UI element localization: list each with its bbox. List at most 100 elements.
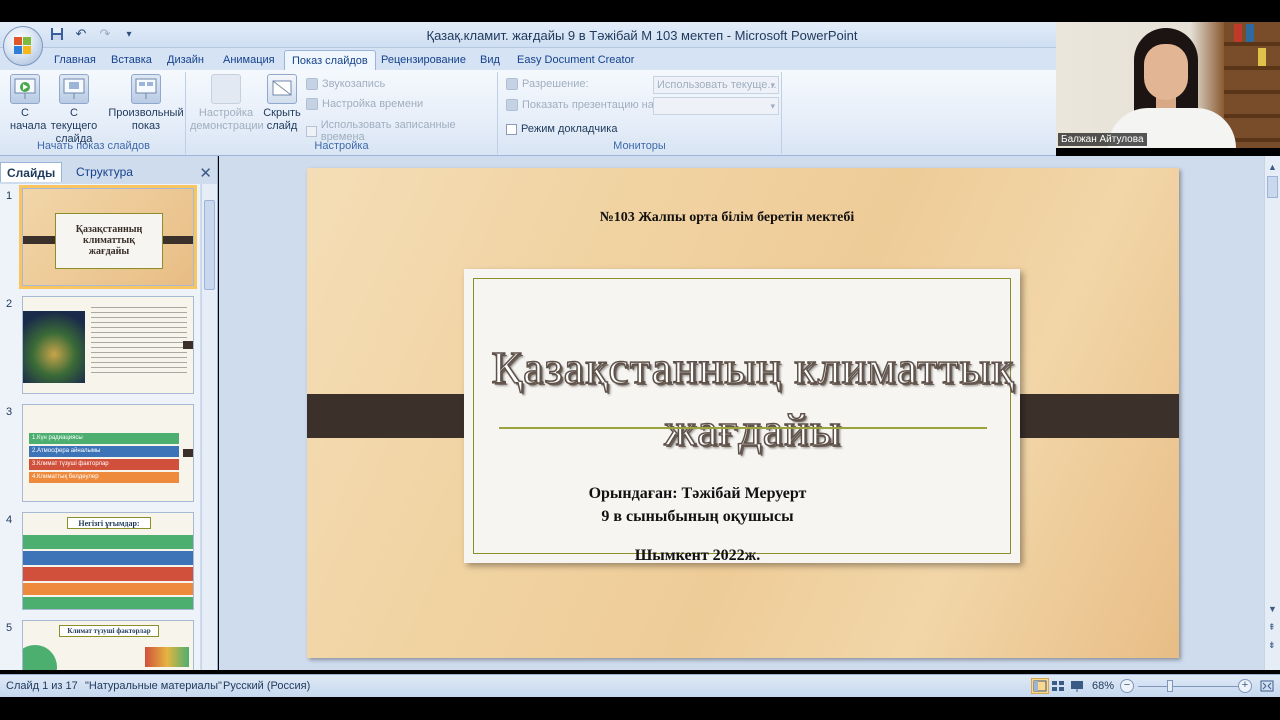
thumb-map [145,647,189,667]
rehearse-timings-label: Настройка времени [322,98,424,110]
normal-view-icon[interactable] [1031,678,1049,694]
next-slide-icon[interactable]: ⇟ [1268,640,1276,651]
slideshow-start-icon [10,74,40,104]
title-divider [499,427,987,429]
zoom-out-icon[interactable]: − [1120,679,1134,693]
thumb-title-2: жағдайы [88,246,130,257]
pane-tabs: Слайды Структура ✕ [0,160,218,182]
slide-number: 4 [6,514,13,526]
thumb-title: Негізгі ұғымдар: [67,517,151,529]
slide-thumbnail-4[interactable]: Негізгі ұғымдар: [22,512,194,610]
start-show-group: С начала С текущего слайда Произвольный … [2,72,186,154]
slide-sorter-view-icon[interactable] [1049,678,1067,694]
show-on-dropdown[interactable] [653,97,779,115]
title-card-frame: Қазақстанның климаттық жағдайы Орындаған… [473,278,1014,564]
thumb-title: Қазақстанның климаттық [75,224,143,246]
top-black-bar [0,0,1280,22]
custom-show-button[interactable]: Произвольный показ [106,74,186,133]
presenter-view-checkbox[interactable]: Режим докладчика [506,123,617,135]
slide-thumbnail-3[interactable]: 1.Күн радиациясы 2.Атмосфера айналымы 3.… [22,404,194,502]
author-line-1: Орындаған: Тәжібай Меруерт [588,485,807,502]
slide-canvas[interactable]: №103 Жалпы орта білім беретін мектебі Қа… [307,168,1179,658]
monitor-icon [506,78,518,90]
office-button[interactable] [3,26,43,66]
tab-easy-document-creator[interactable]: Easy Document Creator [510,50,641,70]
slide-thumbnail-5[interactable]: Климат түзуші факторлар [22,620,194,670]
previous-slide-icon[interactable]: ⇞ [1268,622,1276,633]
slide-title[interactable]: Қазақстанның климаттық жағдайы [424,337,1082,461]
setup-show-icon [211,74,241,104]
participant-name: Балжан Айтулова [1058,133,1147,146]
scroll-down-icon[interactable]: ▼ [1268,604,1277,614]
language[interactable]: Русский (Россия) [223,680,310,692]
resolution-field: Разрешение: [506,78,589,90]
text-lines [91,307,187,377]
thumb-item: 2.Атмосфера айналымы [29,446,179,457]
slide-author[interactable]: Орындаған: Тәжібай Меруерт 9 в сыныбының… [474,482,921,528]
hide-slide-button[interactable]: Скрыть слайд [262,74,302,133]
thumb-row [23,567,193,581]
from-beginning-button[interactable]: С начала [6,74,46,133]
zoom-slider[interactable] [1138,686,1238,687]
thumb-row [23,583,193,595]
tab-design[interactable]: Дизайн [160,50,211,70]
custom-show-label: Произвольный показ [108,107,184,132]
from-current-slide-button[interactable]: С текущего слайда [44,74,104,146]
fit-to-window-icon[interactable] [1258,678,1276,694]
thumb-band [183,341,193,349]
slide-city-year[interactable]: Шымкент 2022ж. [474,547,921,565]
scroll-up-icon[interactable]: ▲ [1268,162,1277,172]
tab-review[interactable]: Рецензирование [374,50,473,70]
thumb-item: 4.Климаттық белдеулер [29,472,179,483]
thumb-shape [23,645,57,670]
webcam-video: Балжан Айтулова [1056,22,1280,148]
resolution-label: Разрешение: [522,78,589,90]
checkbox-checked-icon [306,125,317,137]
tab-home[interactable]: Главная [47,50,103,70]
status-bar: Слайд 1 из 17 "Натуральные материалы" Ру… [0,674,1280,697]
show-on-field: Показать презентацию на: [506,99,657,111]
thumb-row [23,551,193,565]
slide-thumbnail-1[interactable]: Қазақстанның климаттық жағдайы [19,185,197,289]
close-icon[interactable]: ✕ [199,164,212,182]
rehearse-timings-button[interactable]: Настройка времени [306,98,423,110]
setup-group: Настройка демонстрации Скрыть слайд Звук… [186,72,498,154]
hide-slide-label: Скрыть слайд [263,107,301,132]
zoom-slider-thumb[interactable] [1167,680,1173,692]
zoom-level[interactable]: 68% [1092,680,1114,692]
setup-group-label: Настройка [314,140,369,152]
title-card: Қазақстанның климаттық жағдайы Орындаған… [464,269,1020,564]
main-scrollbar[interactable]: ▲ ▼ ⇞ ⇟ [1264,156,1280,670]
scrollbar-thumb[interactable] [204,200,215,290]
slide-number: 1 [6,190,13,202]
slide-number: 2 [6,298,13,310]
thumb-title: Климат түзуші факторлар [59,625,159,637]
setup-show-button[interactable]: Настройка демонстрации [188,74,264,133]
tab-view[interactable]: Вид [473,50,507,70]
zoom-in-icon[interactable]: + [1238,679,1252,693]
slide-title-line-1: Қазақстанның климаттық [491,341,1015,394]
thumb-item: 1.Күн радиациясы [29,433,179,444]
tab-slideshow[interactable]: Показ слайдов [284,50,376,70]
tab-slides[interactable]: Слайды [0,162,63,182]
record-narration-label: Звукозапись [322,78,386,90]
checkbox-icon [506,123,517,135]
thumb-row [23,535,193,549]
slide-title-line-2: жағдайы [664,403,842,456]
scrollbar-thumb[interactable] [1267,176,1278,198]
slide-number: 3 [6,406,13,418]
tab-insert[interactable]: Вставка [104,50,159,70]
tab-outline[interactable]: Структура [70,162,139,182]
theme-name: "Натуральные материалы" [85,680,222,692]
record-narration-button[interactable]: Звукозапись [306,78,385,90]
show-on-label: Показать презентацию на: [522,99,657,111]
slide-thumbnail-2[interactable] [22,296,194,394]
tab-animation[interactable]: Анимация [216,50,282,70]
resolution-dropdown[interactable]: Использовать текуще... [653,76,779,94]
thumbs-scrollbar[interactable] [201,184,217,670]
slideshow-view-icon[interactable] [1068,678,1086,694]
monitors-group-label: Мониторы [613,140,666,152]
thumb-card: Қазақстанның климаттық жағдайы [55,213,163,269]
slideshow-current-icon [59,74,89,104]
slides-pane: Слайды Структура ✕ 1 Қазақстанның климат… [0,156,218,670]
